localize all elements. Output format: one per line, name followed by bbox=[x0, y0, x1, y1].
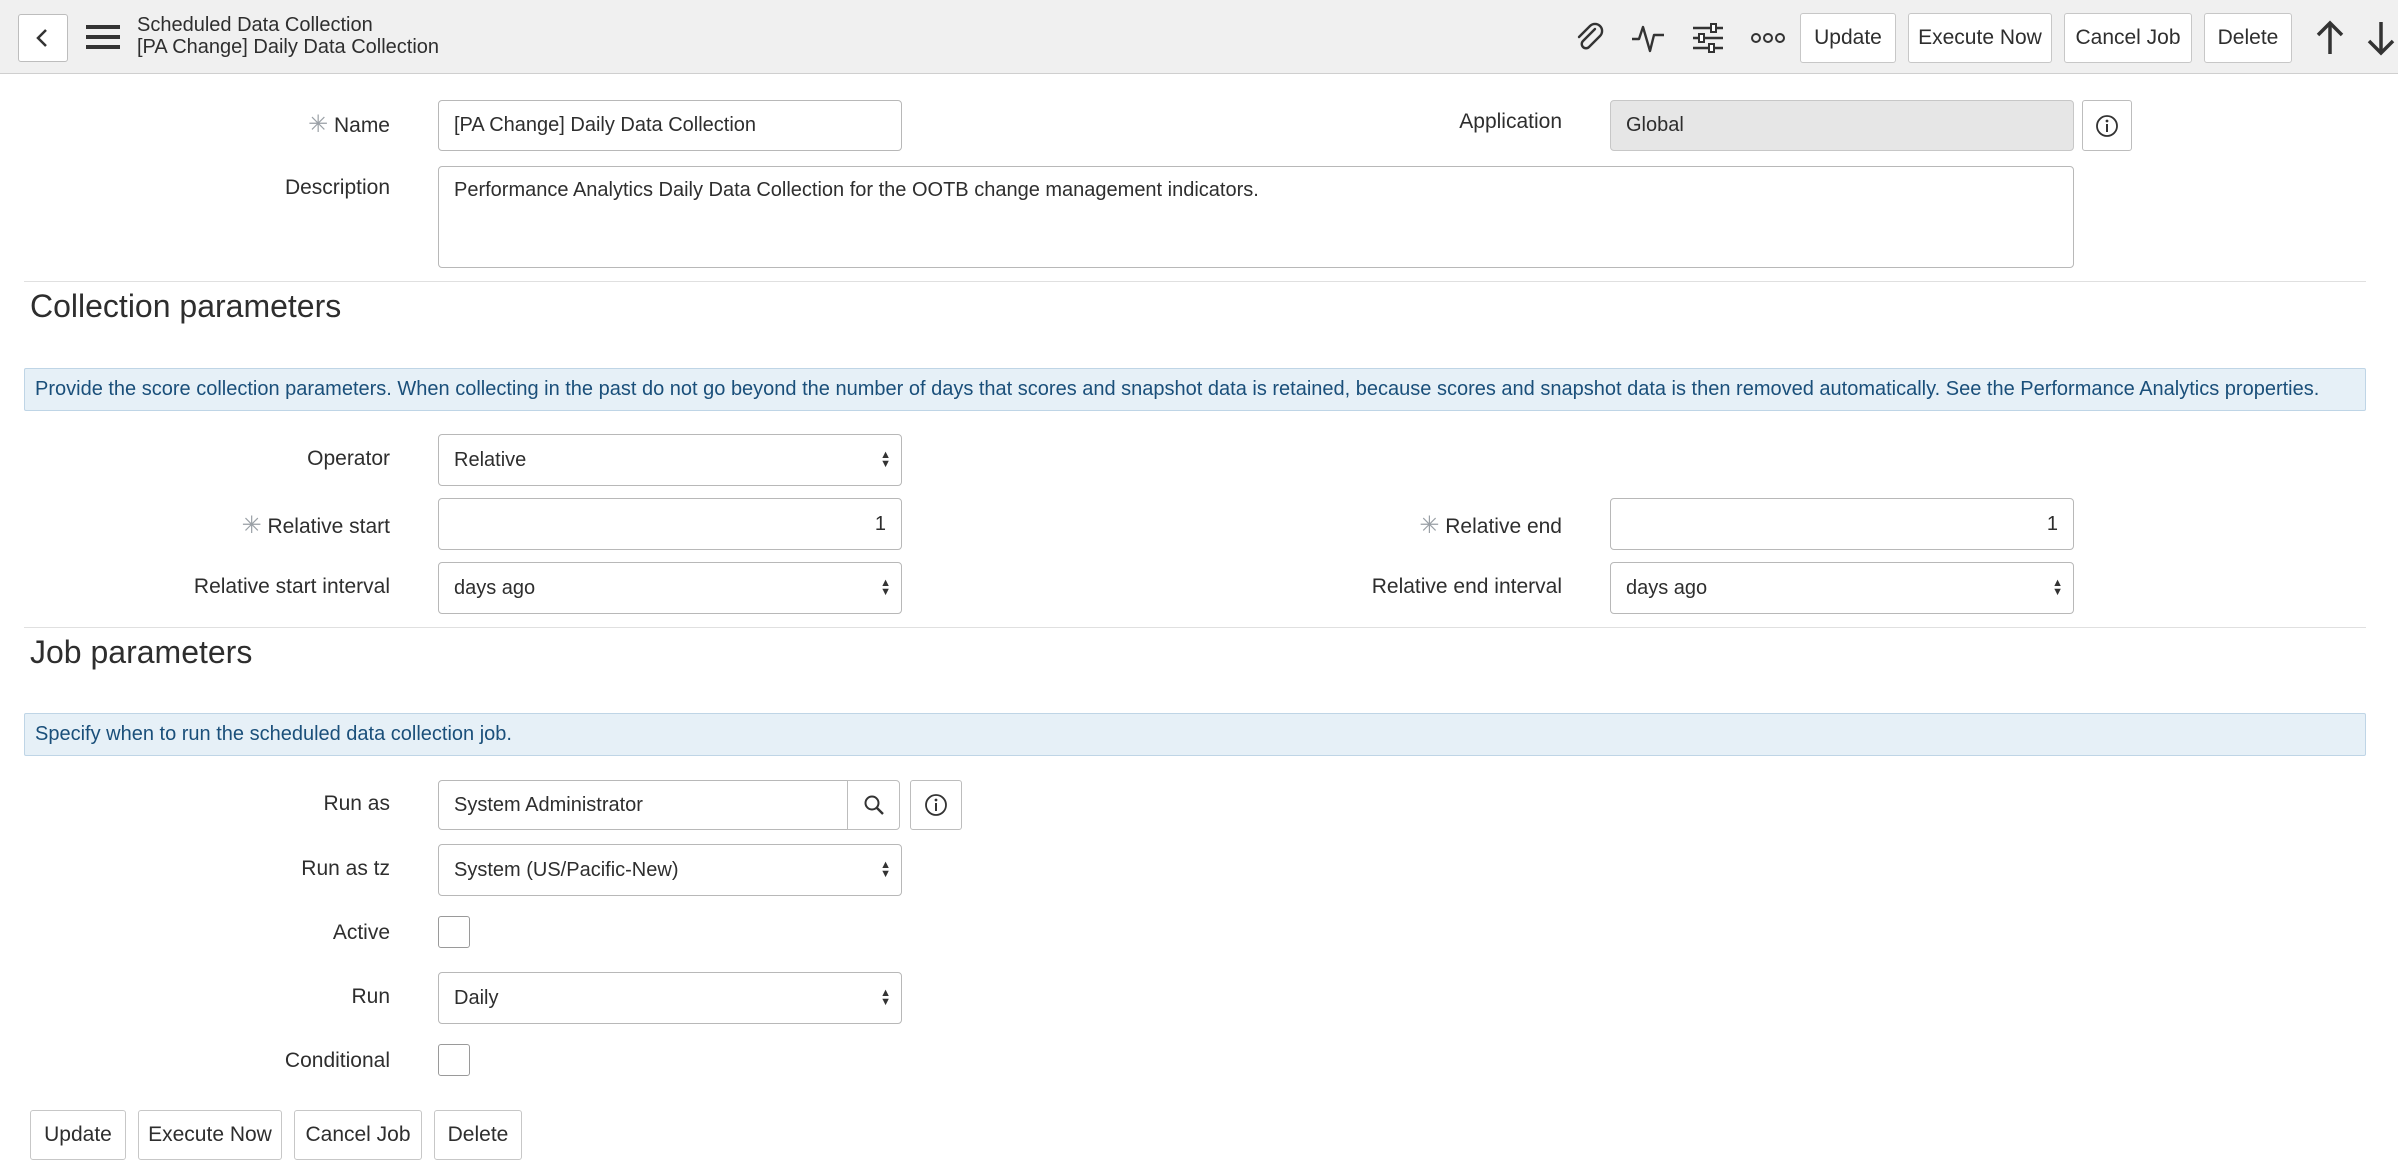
relative-start-label: Relative start bbox=[267, 515, 390, 538]
paperclip-icon bbox=[1573, 21, 1607, 55]
application-label: Application bbox=[1459, 110, 1562, 133]
arrow-down-icon bbox=[2366, 20, 2396, 56]
relative-end-label-row: ✳ Relative end bbox=[1360, 511, 1562, 540]
settings-sliders-icon bbox=[1691, 21, 1725, 55]
operator-label: Operator bbox=[307, 447, 390, 470]
operator-value: Relative bbox=[454, 448, 527, 471]
required-icon: ✳ bbox=[1419, 512, 1440, 539]
info-icon bbox=[924, 793, 948, 817]
run-as-info-button[interactable] bbox=[910, 780, 962, 830]
description-textarea[interactable]: Performance Analytics Daily Data Collect… bbox=[438, 166, 2074, 268]
name-input[interactable]: [PA Change] Daily Data Collection bbox=[438, 100, 902, 151]
relative-start-interval-label: Relative start interval bbox=[193, 575, 390, 598]
run-label: Run bbox=[351, 985, 390, 1008]
application-info-button[interactable] bbox=[2082, 100, 2132, 151]
info-icon bbox=[2095, 114, 2119, 138]
header-cancel-job-button[interactable]: Cancel Job bbox=[2064, 13, 2192, 63]
required-icon: ✳ bbox=[241, 512, 262, 539]
operator-select[interactable]: Relative ▲ ▼ bbox=[438, 434, 902, 486]
relative-start-label-row: ✳ Relative start bbox=[200, 511, 391, 540]
conditional-label: Conditional bbox=[284, 1049, 390, 1072]
section-divider bbox=[24, 627, 2366, 628]
relative-end-interval-label: Relative end interval bbox=[1371, 575, 1562, 598]
menu-button[interactable] bbox=[86, 20, 120, 54]
active-checkbox[interactable] bbox=[438, 916, 470, 948]
active-label: Active bbox=[332, 921, 390, 944]
activity-button[interactable] bbox=[1630, 20, 1666, 56]
run-as-input[interactable]: System Administrator bbox=[438, 780, 848, 830]
next-record-button[interactable] bbox=[2364, 18, 2398, 58]
relative-start-interval-value: days ago bbox=[454, 576, 536, 599]
application-field: Global bbox=[1610, 100, 2074, 151]
back-button[interactable] bbox=[18, 14, 68, 62]
run-as-label: Run as bbox=[323, 792, 390, 815]
footer-delete-button[interactable]: Delete bbox=[434, 1110, 522, 1160]
footer-cancel-job-button[interactable]: Cancel Job bbox=[294, 1110, 422, 1160]
header-execute-now-button[interactable]: Execute Now bbox=[1908, 13, 2052, 63]
activity-icon bbox=[1631, 21, 1665, 55]
footer-update-button[interactable]: Update bbox=[30, 1110, 126, 1160]
select-arrows-icon: ▲ ▼ bbox=[2052, 577, 2063, 598]
select-arrows-icon: ▲ ▼ bbox=[880, 987, 891, 1008]
search-icon bbox=[863, 794, 885, 816]
header-update-button[interactable]: Update bbox=[1800, 13, 1896, 63]
personalize-form-button[interactable] bbox=[1690, 20, 1726, 56]
job-parameters-heading: Job parameters bbox=[30, 634, 253, 670]
relative-end-interval-select[interactable]: days ago ▲ ▼ bbox=[1610, 562, 2074, 614]
more-options-button[interactable] bbox=[1750, 20, 1786, 56]
relative-end-label: Relative end bbox=[1445, 515, 1562, 538]
menu-icon bbox=[86, 23, 120, 51]
run-value: Daily bbox=[454, 986, 499, 1009]
run-as-tz-select[interactable]: System (US/Pacific-New) ▲ ▼ bbox=[438, 844, 902, 896]
name-label: Name bbox=[333, 114, 390, 137]
more-icon bbox=[1751, 31, 1785, 45]
select-arrows-icon: ▲ ▼ bbox=[880, 449, 891, 470]
page-title: Scheduled Data Collection bbox=[137, 14, 373, 36]
relative-end-interval-value: days ago bbox=[1626, 576, 1708, 599]
select-arrows-icon: ▲ ▼ bbox=[880, 859, 891, 880]
job-info-message: Specify when to run the scheduled data c… bbox=[24, 713, 2366, 756]
relative-start-input[interactable]: 1 bbox=[438, 498, 902, 550]
footer-execute-now-button[interactable]: Execute Now bbox=[138, 1110, 282, 1160]
collection-info-message: Provide the score collection parameters.… bbox=[24, 368, 2366, 411]
previous-record-button[interactable] bbox=[2312, 18, 2348, 58]
relative-start-interval-select[interactable]: days ago ▲ ▼ bbox=[438, 562, 902, 614]
collection-parameters-heading: Collection parameters bbox=[30, 288, 342, 324]
run-select[interactable]: Daily ▲ ▼ bbox=[438, 972, 902, 1024]
run-as-tz-label: Run as tz bbox=[301, 857, 390, 880]
run-as-tz-value: System (US/Pacific-New) bbox=[454, 858, 679, 881]
required-icon: ✳ bbox=[308, 111, 329, 138]
back-icon bbox=[32, 27, 54, 49]
relative-end-input[interactable]: 1 bbox=[1610, 498, 2074, 550]
record-subtitle: [PA Change] Daily Data Collection bbox=[137, 36, 440, 58]
select-arrows-icon: ▲ ▼ bbox=[880, 577, 891, 598]
arrow-up-icon bbox=[2315, 20, 2345, 56]
header-delete-button[interactable]: Delete bbox=[2204, 13, 2292, 63]
run-as-lookup-button[interactable] bbox=[847, 780, 900, 830]
section-divider bbox=[24, 281, 2366, 282]
conditional-checkbox[interactable] bbox=[438, 1044, 470, 1076]
attachment-button[interactable] bbox=[1572, 20, 1608, 56]
description-label: Description bbox=[284, 176, 390, 199]
name-label-row: ✳ Name bbox=[200, 110, 390, 139]
